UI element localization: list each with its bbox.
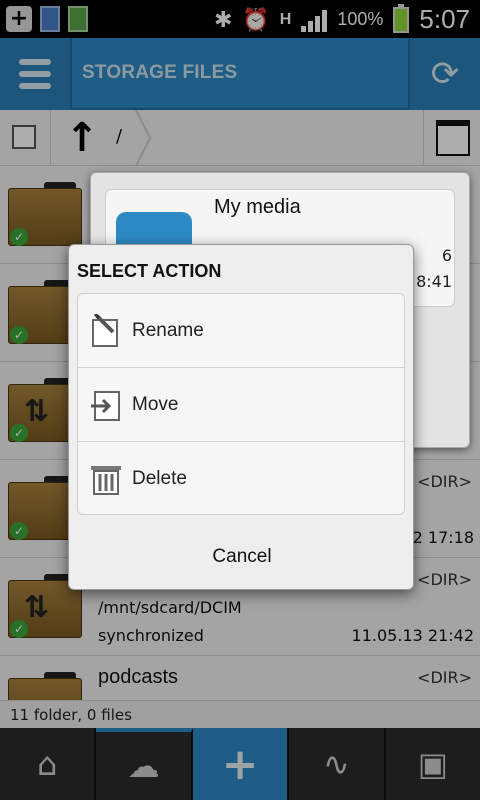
select-action-dialog: SELECT ACTION Rename Move Delete Cancel	[68, 244, 414, 590]
rename-label: Rename	[132, 319, 204, 341]
cancel-button[interactable]: Cancel	[69, 535, 415, 579]
move-label: Move	[132, 393, 179, 415]
delete-action[interactable]: Delete	[78, 442, 404, 514]
rename-action[interactable]: Rename	[78, 294, 404, 368]
delete-label: Delete	[132, 468, 187, 489]
move-action[interactable]: Move	[78, 368, 404, 442]
media-card-time: 8:41	[416, 272, 452, 291]
action-list: Rename Move Delete	[77, 293, 405, 515]
trash-icon	[88, 461, 124, 497]
media-card-title: My media	[214, 196, 301, 218]
dialog-title: SELECT ACTION	[77, 261, 222, 281]
media-card-fragment: 6	[441, 246, 452, 265]
move-icon	[88, 387, 124, 423]
rename-icon	[88, 313, 124, 349]
